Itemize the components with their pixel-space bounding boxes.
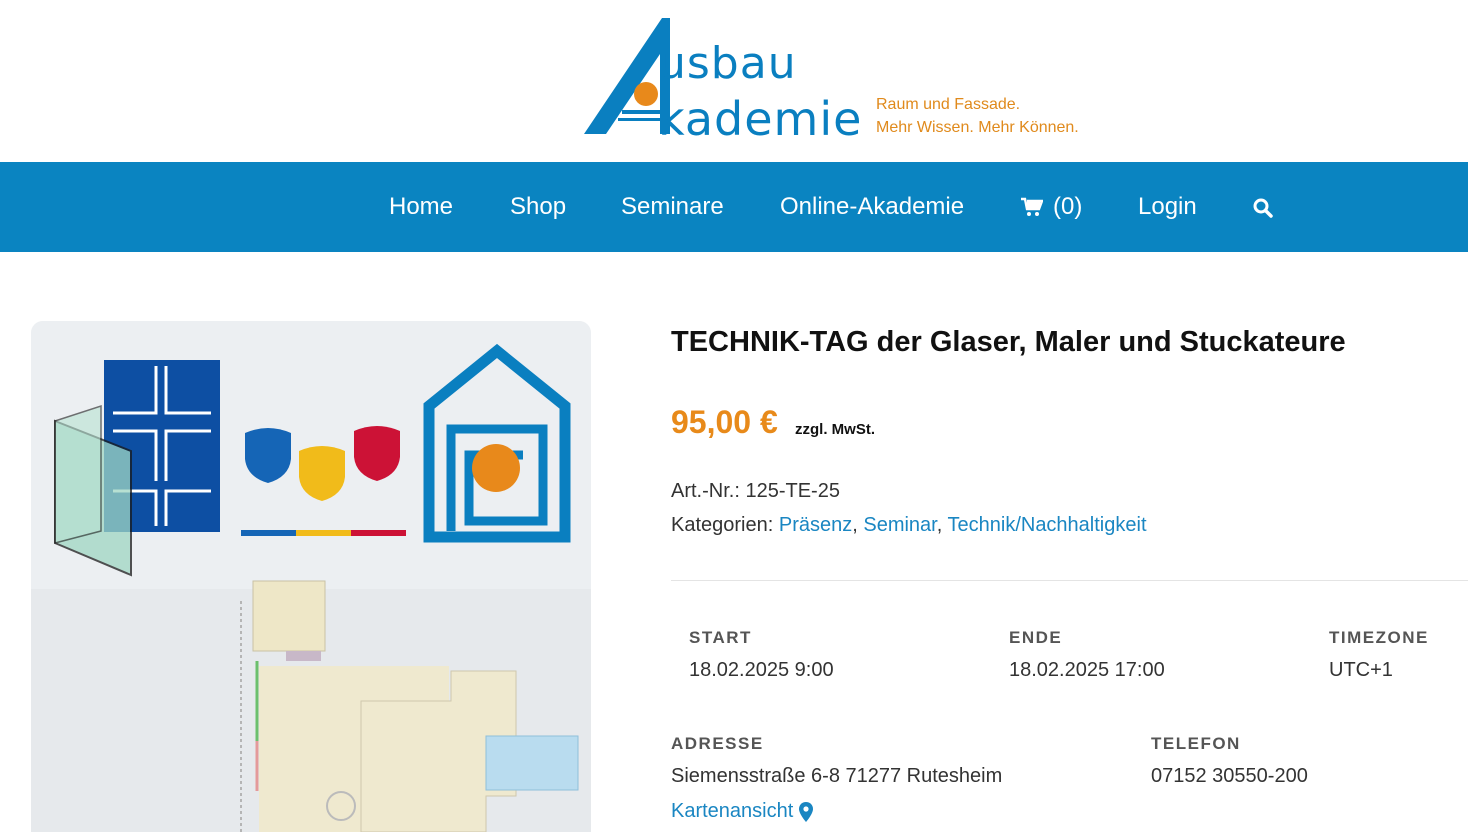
timezone-label: TIMEZONE — [1329, 628, 1429, 647]
product-price: 95,00 € — [671, 404, 778, 440]
logo-word-akademie: kademie — [658, 92, 863, 146]
category-link-praesenz[interactable]: Präsenz — [779, 514, 852, 536]
nav-shop[interactable]: Shop — [510, 192, 566, 222]
timezone-value: UTC+1 — [1329, 659, 1393, 681]
logo-tagline-1: Raum und Fassade. — [876, 96, 1021, 113]
cart-count: (0) — [1053, 193, 1083, 220]
search-icon — [1253, 198, 1273, 218]
address-value: Siemensstraße 6-8 71277 Rutesheim — [671, 765, 1003, 787]
nav-online-akademie[interactable]: Online-Akademie — [780, 192, 964, 222]
nav-login[interactable]: Login — [1138, 192, 1197, 222]
nav-cart[interactable]: (0) — [1021, 192, 1082, 222]
site-logo[interactable]: usbau kademie Raum und Fassade. Mehr Wis… — [584, 14, 1084, 146]
map-view-label: Kartenansicht — [671, 800, 794, 822]
address-label: ADRESSE — [671, 734, 764, 753]
product-sku: Art.-Nr.: 125-TE-25 — [671, 480, 840, 503]
phone-value: 07152 30550-200 — [1151, 765, 1308, 787]
main-nav: Home Shop Seminare Online-Akademie (0) L… — [0, 162, 1468, 252]
map-pin-icon — [799, 801, 814, 822]
phone-label: TELEFON — [1151, 734, 1241, 753]
nav-search-button[interactable] — [1253, 198, 1273, 218]
start-label: START — [689, 628, 752, 647]
category-link-technik[interactable]: Technik/Nachhaltigkeit — [948, 514, 1147, 536]
product-image[interactable] — [31, 321, 591, 832]
product-categories: Kategorien: Präsenz, Seminar, Technik/Na… — [671, 514, 1147, 536]
nav-home[interactable]: Home — [389, 192, 453, 222]
categories-label: Kategorien: — [671, 514, 774, 536]
sku-value: 125-TE-25 — [745, 480, 840, 502]
cart-icon — [1021, 197, 1043, 216]
start-value: 18.02.2025 9:00 — [689, 659, 834, 681]
logo-word-ausbau: usbau — [658, 38, 797, 89]
category-link-seminar[interactable]: Seminar — [863, 514, 936, 536]
nav-seminare[interactable]: Seminare — [621, 192, 724, 222]
logo-tagline-2: Mehr Wissen. Mehr Können. — [876, 119, 1079, 136]
end-label: ENDE — [1009, 628, 1063, 647]
section-divider — [671, 580, 1468, 581]
tax-note: zzgl. MwSt. — [795, 421, 875, 438]
product-illustration — [31, 321, 591, 832]
map-view-link[interactable]: Kartenansicht — [671, 800, 814, 823]
site-header: usbau kademie Raum und Fassade. Mehr Wis… — [0, 0, 1468, 162]
product-title: TECHNIK-TAG der Glaser, Maler und Stucka… — [671, 326, 1346, 358]
sku-label: Art.-Nr.: — [671, 480, 740, 502]
end-value: 18.02.2025 17:00 — [1009, 659, 1165, 681]
